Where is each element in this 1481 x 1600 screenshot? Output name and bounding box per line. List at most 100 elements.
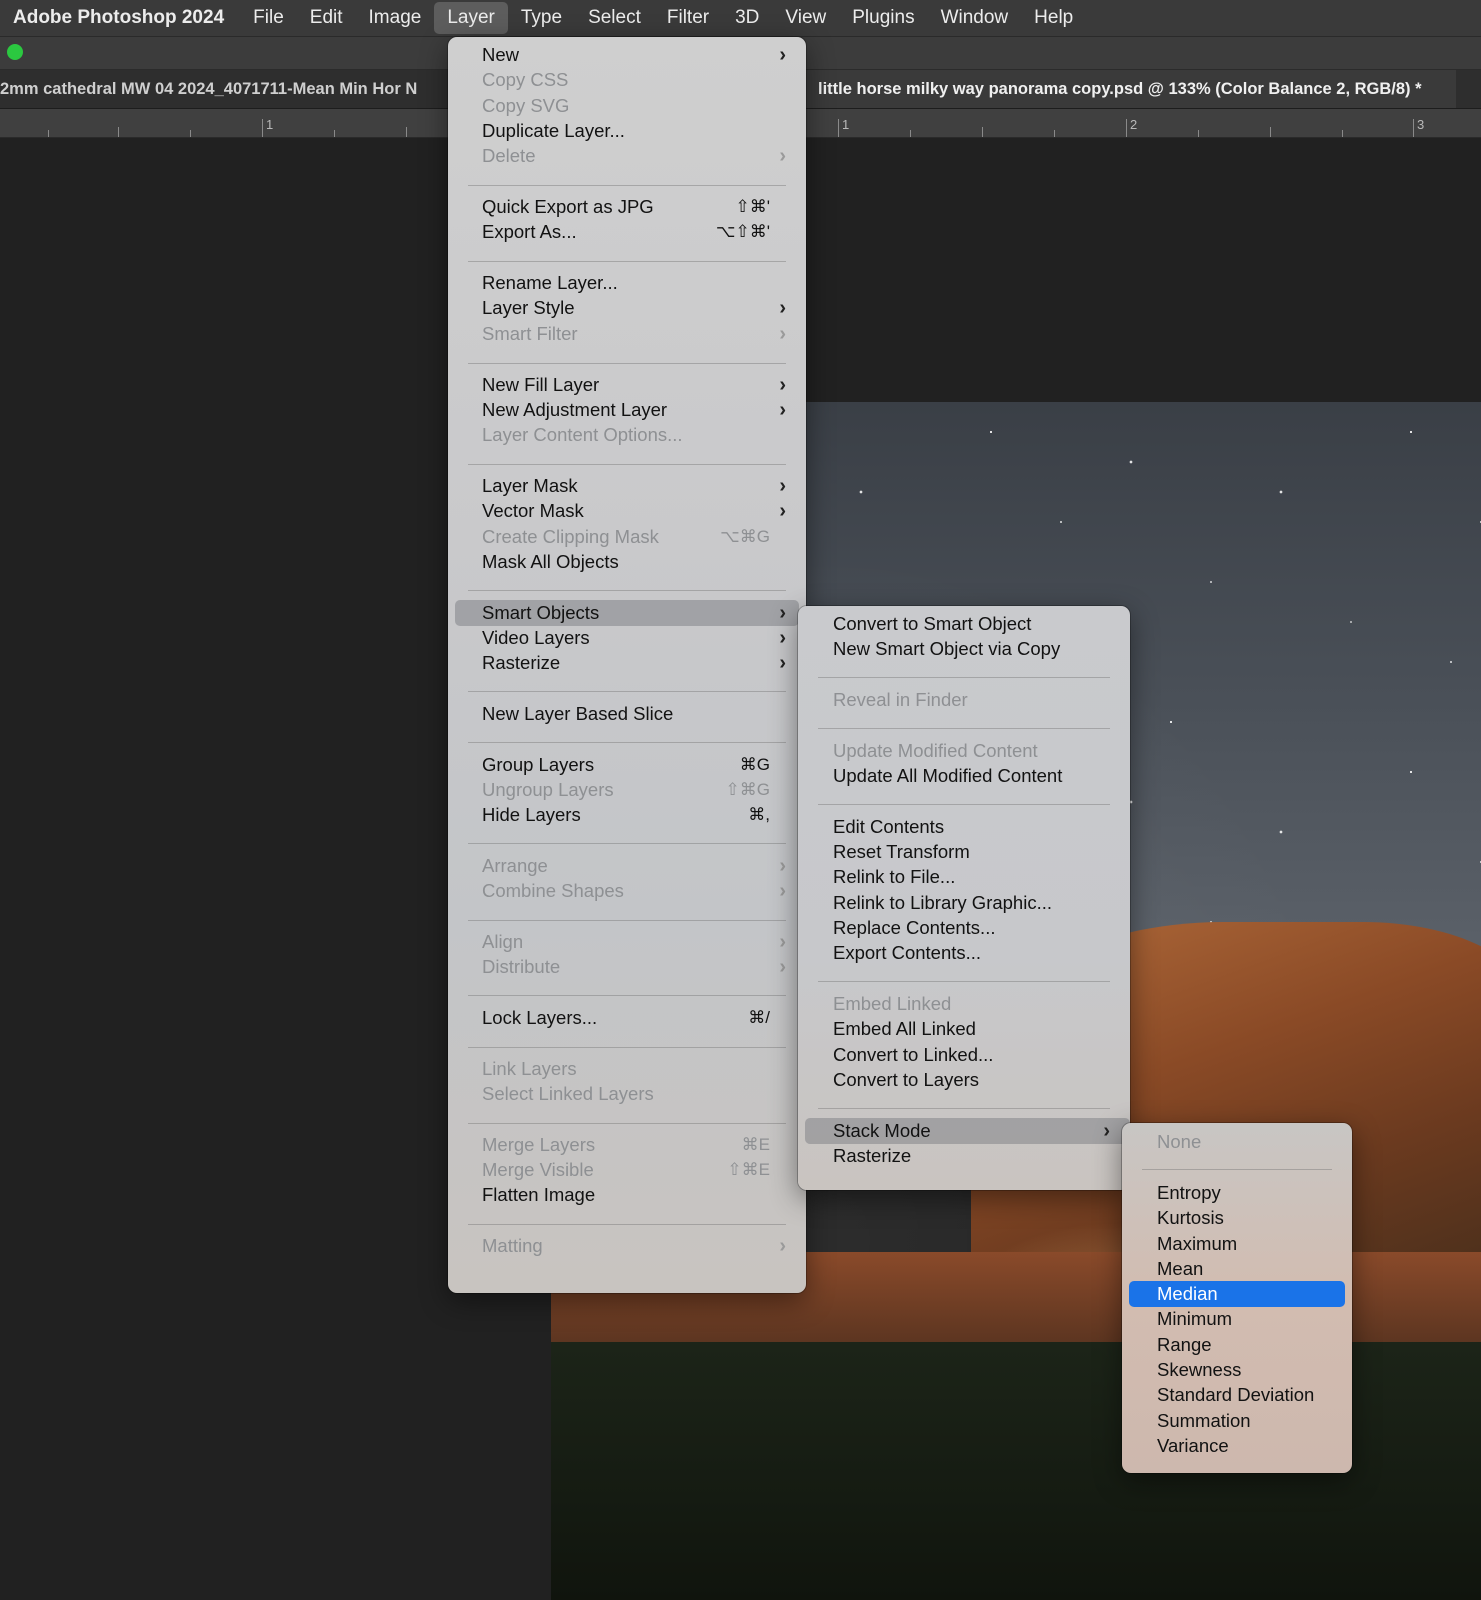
layer-menu-item-layer-mask[interactable]: Layer Mask ›: [448, 473, 806, 499]
menu-file[interactable]: File: [240, 0, 297, 36]
smart-objects-item-edit-contents[interactable]: Edit Contents: [798, 814, 1130, 840]
menu-type[interactable]: Type: [508, 0, 575, 36]
stack-mode-item-skewness[interactable]: Skewness: [1122, 1357, 1352, 1383]
menu-separator: [468, 1224, 786, 1225]
chevron-right-icon: ›: [779, 626, 786, 649]
smart-objects-item-new-smart-object-via-copy[interactable]: New Smart Object via Copy: [798, 636, 1130, 662]
menu-separator: [818, 1108, 1110, 1109]
layer-menu-item-label: Create Clipping Mask: [482, 526, 659, 547]
layer-menu-item-align: Align ›: [448, 929, 806, 955]
layer-menu-item-label: Copy CSS: [482, 69, 569, 90]
layer-menu-item-new-adjustment-layer[interactable]: New Adjustment Layer ›: [448, 397, 806, 423]
smart-objects-item-export-contents[interactable]: Export Contents...: [798, 940, 1130, 966]
layer-menu-item-label: Mask All Objects: [482, 551, 619, 572]
stack-mode-item-none: None: [1122, 1129, 1352, 1155]
layer-menu-item-smart-objects[interactable]: Smart Objects ›: [455, 600, 799, 626]
menu-filter[interactable]: Filter: [654, 0, 722, 36]
stack-mode-item-label: Minimum: [1157, 1308, 1233, 1329]
layer-menu-item-label: Copy SVG: [482, 95, 570, 116]
menu-select[interactable]: Select: [575, 0, 654, 36]
layer-menu-item-create-clipping-mask: Create Clipping Mask ⌥⌘G: [448, 524, 806, 550]
ruler-tick: [838, 119, 839, 137]
smart-objects-item-label: Stack Mode: [833, 1120, 931, 1141]
stack-mode-item-entropy[interactable]: Entropy: [1122, 1180, 1352, 1206]
menu-help[interactable]: Help: [1021, 0, 1086, 36]
layer-menu-item-hide-layers[interactable]: Hide Layers ⌘,: [448, 802, 806, 828]
stack-mode-item-range[interactable]: Range: [1122, 1332, 1352, 1358]
smart-objects-item-label: Convert to Layers: [833, 1069, 980, 1090]
layer-menu-item-export-as[interactable]: Export As... ⌥⇧⌘': [448, 219, 806, 245]
layer-menu-item-delete: Delete ›: [448, 143, 806, 169]
layer-menu-item-vector-mask[interactable]: Vector Mask ›: [448, 498, 806, 524]
document-tab-active[interactable]: little horse milky way panorama copy.psd…: [806, 70, 1456, 108]
smart-objects-item-convert-to-layers[interactable]: Convert to Layers: [798, 1067, 1130, 1093]
menu-separator: [468, 185, 786, 186]
layer-menu-item-rasterize[interactable]: Rasterize ›: [448, 650, 806, 676]
keyboard-shortcut: ⌘,: [748, 805, 770, 824]
menu-layer[interactable]: Layer: [434, 2, 508, 34]
smart-objects-item-reset-transform[interactable]: Reset Transform: [798, 839, 1130, 865]
layer-menu-item-label: Merge Layers: [482, 1134, 596, 1155]
chevron-right-icon: ›: [779, 651, 786, 674]
menu-separator: [468, 742, 786, 743]
ruler-mark: 1: [266, 117, 274, 132]
menu-separator: [468, 363, 786, 364]
stack-mode-item-mean[interactable]: Mean: [1122, 1256, 1352, 1282]
layer-menu-item-ungroup-layers: Ungroup Layers ⇧⌘G: [448, 777, 806, 803]
layer-menu-item-group-layers[interactable]: Group Layers ⌘G: [448, 752, 806, 778]
menu-3d[interactable]: 3D: [722, 0, 772, 36]
layer-menu-item-quick-export-as-jpg[interactable]: Quick Export as JPG ⇧⌘': [448, 194, 806, 220]
stack-mode-item-summation[interactable]: Summation: [1122, 1408, 1352, 1434]
layer-menu-item-label: Align: [482, 931, 524, 952]
menu-plugins[interactable]: Plugins: [839, 0, 927, 36]
stack-mode-item-minimum[interactable]: Minimum: [1122, 1306, 1352, 1332]
menu-view[interactable]: View: [772, 0, 839, 36]
chevron-right-icon: ›: [779, 296, 786, 319]
ruler-tick: [118, 127, 119, 137]
app-name-menu[interactable]: Adobe Photoshop 2024: [0, 0, 240, 36]
stack-mode-item-label: None: [1157, 1131, 1202, 1152]
window-zoom-button[interactable]: [7, 44, 23, 60]
smart-objects-item-rasterize[interactable]: Rasterize: [798, 1143, 1130, 1169]
document-tab-inactive[interactable]: 2mm cathedral MW 04 2024_4071711-Mean Mi…: [0, 70, 448, 108]
chevron-right-icon: ›: [779, 1234, 786, 1257]
stack-mode-item-standard-deviation[interactable]: Standard Deviation: [1122, 1382, 1352, 1408]
smart-objects-item-relink-to-file[interactable]: Relink to File...: [798, 864, 1130, 890]
stack-mode-item-kurtosis[interactable]: Kurtosis: [1122, 1205, 1352, 1231]
stack-mode-item-maximum[interactable]: Maximum: [1122, 1231, 1352, 1257]
stack-mode-item-median[interactable]: Median: [1129, 1281, 1345, 1307]
smart-objects-item-relink-to-library-graphic[interactable]: Relink to Library Graphic...: [798, 890, 1130, 916]
keyboard-shortcut: ⇧⌘': [735, 197, 771, 216]
smart-objects-item-embed-all-linked[interactable]: Embed All Linked: [798, 1016, 1130, 1042]
smart-objects-item-replace-contents[interactable]: Replace Contents...: [798, 915, 1130, 941]
smart-objects-item-convert-to-linked[interactable]: Convert to Linked...: [798, 1042, 1130, 1068]
ruler-tick: [48, 130, 49, 137]
menu-edit[interactable]: Edit: [297, 0, 356, 36]
stack-mode-item-label: Kurtosis: [1157, 1207, 1224, 1228]
layer-menu-item-merge-layers: Merge Layers ⌘E: [448, 1132, 806, 1158]
menu-window[interactable]: Window: [928, 0, 1022, 36]
layer-menu-item-video-layers[interactable]: Video Layers ›: [448, 625, 806, 651]
smart-objects-item-update-all-modified-content[interactable]: Update All Modified Content: [798, 763, 1130, 789]
layer-menu-item-new[interactable]: New ›: [448, 42, 806, 68]
stack-mode-item-label: Skewness: [1157, 1359, 1242, 1380]
layer-menu-item-new-layer-based-slice[interactable]: New Layer Based Slice: [448, 701, 806, 727]
layer-menu-item-layer-style[interactable]: Layer Style ›: [448, 295, 806, 321]
stack-mode-item-variance[interactable]: Variance: [1122, 1433, 1352, 1459]
smart-objects-item-label: Edit Contents: [833, 816, 945, 837]
layer-menu-item-flatten-image[interactable]: Flatten Image: [448, 1182, 806, 1208]
layer-menu-item-label: New Adjustment Layer: [482, 399, 668, 420]
layer-menu-item-duplicate-layer[interactable]: Duplicate Layer...: [448, 118, 806, 144]
layer-menu-item-new-fill-layer[interactable]: New Fill Layer ›: [448, 372, 806, 398]
smart-objects-item-convert-to-smart-object[interactable]: Convert to Smart Object: [798, 611, 1130, 637]
layer-menu-item-label: Matting: [482, 1235, 543, 1256]
smart-objects-item-stack-mode[interactable]: Stack Mode ›: [805, 1118, 1130, 1144]
menu-image[interactable]: Image: [356, 0, 435, 36]
layer-menu-item-mask-all-objects[interactable]: Mask All Objects: [448, 549, 806, 575]
layer-menu-item-lock-layers[interactable]: Lock Layers... ⌘/: [448, 1005, 806, 1031]
layer-menu-item-rename-layer[interactable]: Rename Layer...: [448, 270, 806, 296]
layer-menu-item-label: Combine Shapes: [482, 880, 624, 901]
ruler-tick: [982, 127, 983, 137]
smart-objects-item-label: Update All Modified Content: [833, 765, 1063, 786]
chevron-right-icon: ›: [779, 955, 786, 978]
